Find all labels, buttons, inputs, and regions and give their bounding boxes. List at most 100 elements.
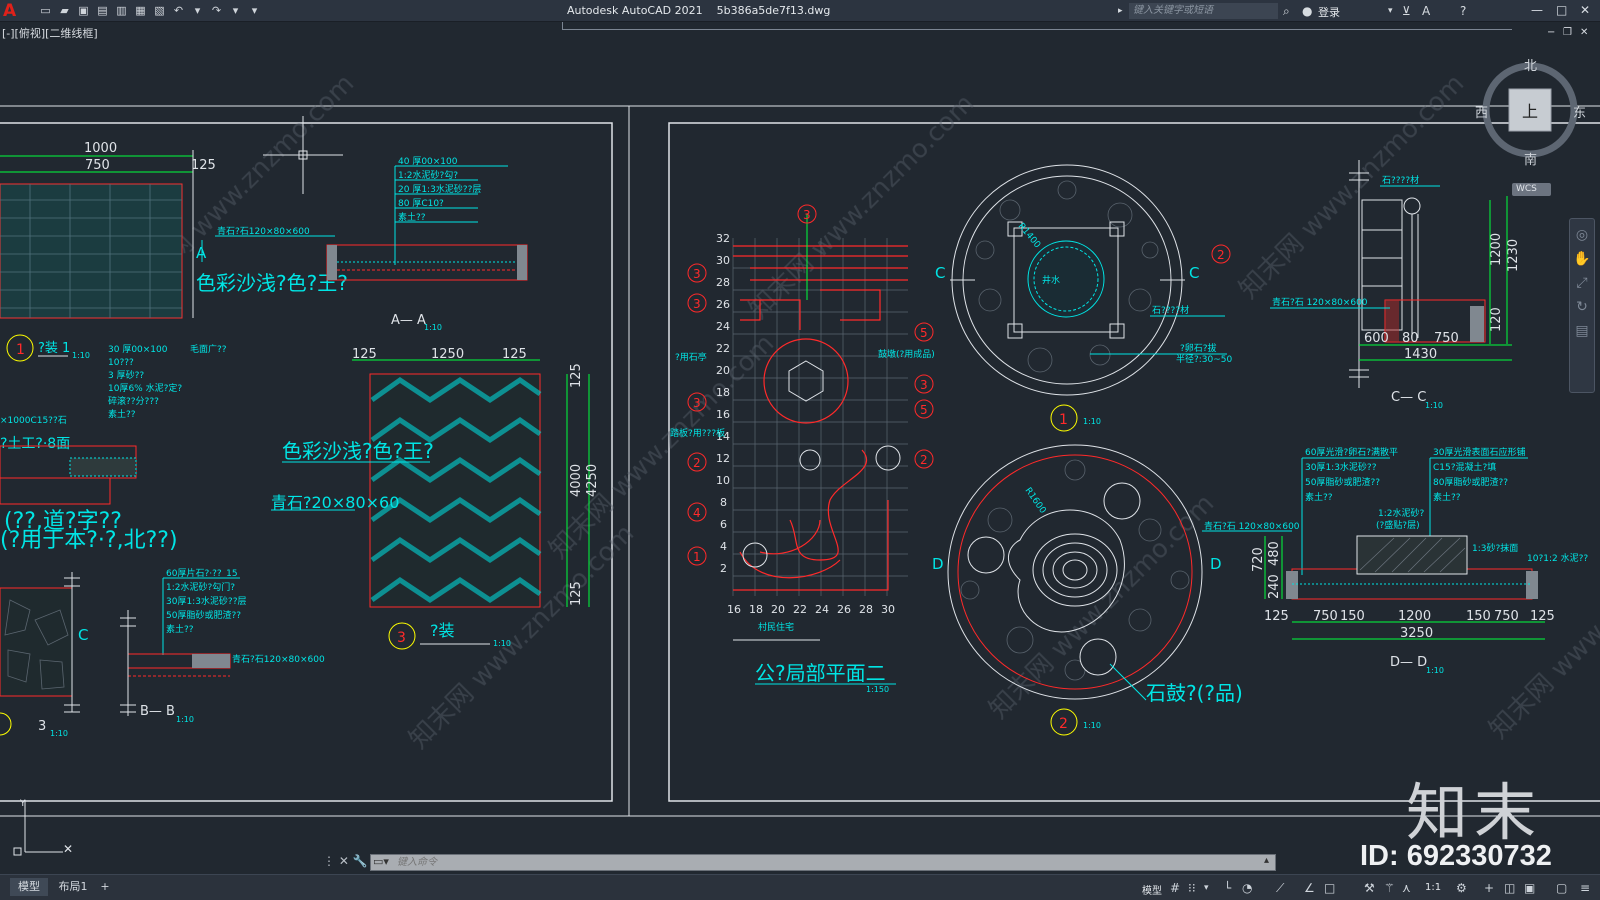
tab-layout1[interactable]: 布局1	[52, 878, 94, 896]
autocad-logo-icon[interactable]: A	[3, 1, 16, 21]
detail1-scale: 1:10	[72, 351, 90, 360]
polar-icon[interactable]: ◔	[1242, 880, 1252, 896]
wcs-menu[interactable]: WCS	[1512, 183, 1551, 196]
login-button[interactable]: 登录	[1318, 4, 1340, 20]
annotation-monitor-icon[interactable]: +	[1484, 880, 1494, 896]
annotation-scale-value[interactable]: 1:1	[1425, 882, 1441, 893]
circle1-note: ?卵石?拔	[1180, 342, 1217, 354]
left-note: ?土工?·8面	[0, 436, 70, 452]
undo-dropdown-icon[interactable]: ▾	[190, 4, 205, 18]
command-input[interactable]	[397, 855, 1257, 870]
user-icon[interactable]: ●	[1302, 3, 1312, 19]
customize-toolbar-icon[interactable]: ▾	[247, 4, 262, 18]
plan-ytick: 28	[716, 276, 730, 289]
search-input[interactable]: 键入关键字或短语	[1129, 3, 1278, 19]
command-expand-icon[interactable]: ▴	[1264, 855, 1269, 866]
auto-scale-icon[interactable]: ⚚	[1384, 880, 1395, 896]
viewcube-north[interactable]: 北	[1524, 55, 1537, 74]
dim-125: 125	[502, 347, 527, 362]
customize-command-icon[interactable]: 🔧	[353, 854, 368, 868]
zoom-extents-icon[interactable]: ⤢	[1570, 275, 1594, 291]
pan-icon[interactable]: ✋	[1570, 251, 1594, 267]
circle1-center: 井水	[1042, 274, 1060, 286]
login-dropdown-icon[interactable]: ▾	[1388, 3, 1393, 19]
search-icon[interactable]: ⌕	[1283, 3, 1290, 19]
units-icon[interactable]: ◫	[1504, 880, 1515, 896]
watermark-logo: 知末	[1406, 776, 1543, 849]
viewcube-south[interactable]: 南	[1524, 149, 1537, 168]
dim-4000: 4000	[569, 464, 584, 497]
close-icon[interactable]: ✕	[1580, 3, 1590, 17]
save-as-icon[interactable]: ▤	[95, 4, 110, 18]
autodesk-app-icon[interactable]: A	[1422, 3, 1430, 19]
command-line: ▭▾ ▴	[370, 854, 1276, 871]
annotation-scale-icon[interactable]: ⋏	[1402, 880, 1411, 896]
status-bar: 模型 布局1 + 模型 # ⁝⁝ ▾ └ ◔ ⟋ ∠ □ ⚒ ⚚ ⋏ 1:1 ⚙…	[0, 874, 1600, 900]
plan-ytick: 2	[720, 562, 727, 575]
search-arrow-icon[interactable]: ▸	[1118, 3, 1123, 19]
stone-text: 青石?20×80×60	[271, 493, 399, 512]
plan-note: 鼓墩(?用成品)	[878, 348, 935, 360]
title-bar: A ▭ ▰ ▣ ▤ ▥ ▦ ▧ ↶ ▾ ↷ ▾ ▾ Autodesk AutoC…	[0, 0, 1600, 22]
viewcube-top-face[interactable]: 上	[1522, 98, 1538, 122]
ortho-icon[interactable]: └	[1224, 880, 1231, 896]
showmotion-icon[interactable]: ▤	[1570, 323, 1594, 339]
viewcube[interactable]: 北 南 西 东 上	[1472, 52, 1592, 172]
model-space-toggle[interactable]: 模型	[1142, 882, 1162, 897]
maximize-icon[interactable]: □	[1556, 3, 1567, 17]
svg-text:3: 3	[693, 297, 701, 311]
svg-text:5: 5	[920, 326, 928, 340]
cc-note: 青石?石 120×80×600	[1272, 296, 1368, 308]
circle1-note: 石????材	[1152, 304, 1189, 316]
object-snap-tracking-icon[interactable]: ∠	[1304, 880, 1315, 896]
drawing-canvas[interactable]: 知末网 www.znzmo.com 知末网 www.znzmo.com 知末网 …	[0, 22, 1600, 874]
undo-icon[interactable]: ↶	[171, 4, 186, 18]
workspace-gear-icon[interactable]: ⚙	[1456, 880, 1467, 896]
right-panel-drawings: 32 30 28 26 24 22 20 18 16 14 12 10 8 6 …	[670, 160, 1588, 736]
command-line-controls: ⋮ ✕ 🔧	[323, 854, 368, 868]
snap-icon[interactable]: ⁝⁝	[1188, 880, 1196, 896]
open-from-web-icon[interactable]: ▥	[114, 4, 129, 18]
save-to-web-icon[interactable]: ▦	[133, 4, 148, 18]
open-file-icon[interactable]: ▰	[57, 4, 72, 18]
help-icon[interactable]: ?	[1460, 3, 1466, 19]
cc-note: 石????材	[1382, 174, 1419, 186]
add-layout-tab[interactable]: +	[98, 878, 112, 896]
num3-left-scale: 1:10	[50, 729, 68, 738]
clean-screen-icon[interactable]: ▢	[1556, 880, 1567, 896]
snap-dropdown-icon[interactable]: ▾	[1204, 880, 1209, 896]
dd-layer: 60厚光滑?卵石?满散平	[1305, 446, 1398, 458]
layer-mid: 30 厚00×100	[108, 344, 168, 355]
viewcube-west[interactable]: 西	[1475, 102, 1488, 121]
circle1-mark: C	[935, 264, 945, 282]
close-command-icon[interactable]: ✕	[339, 854, 349, 868]
plot-icon[interactable]: ▧	[152, 4, 167, 18]
redo-dropdown-icon[interactable]: ▾	[228, 4, 243, 18]
cc-h: 120	[1489, 307, 1504, 332]
tab-model[interactable]: 模型	[10, 878, 48, 896]
isodraft-icon[interactable]: ⟋	[1276, 880, 1284, 896]
circle2-mark: D	[1210, 555, 1222, 573]
minimize-icon[interactable]: —	[1531, 3, 1543, 17]
grid-icon[interactable]: #	[1170, 880, 1180, 896]
cart-icon[interactable]: ⊻	[1402, 3, 1411, 19]
annotation-visibility-icon[interactable]: ⚒	[1364, 880, 1375, 896]
plan-xtick: 24	[815, 603, 829, 616]
app-title: Autodesk AutoCAD 2021	[567, 4, 703, 17]
grip-icon[interactable]: ⋮	[323, 854, 335, 868]
dim-750: 750	[85, 158, 110, 173]
left-panel-drawings: 1000 750 125 A 青石?石120×80×600 色彩沙浅?色?王? …	[0, 116, 600, 856]
plan-ytick: 20	[716, 364, 730, 377]
num3-left: 3	[38, 719, 46, 734]
dd-dim: 750	[1313, 609, 1338, 624]
object-snap-icon[interactable]: □	[1324, 880, 1335, 896]
viewcube-east[interactable]: 东	[1573, 102, 1586, 121]
steering-wheel-icon[interactable]: ◎	[1570, 227, 1594, 243]
redo-icon[interactable]: ↷	[209, 4, 224, 18]
customization-menu-icon[interactable]: ≡	[1580, 880, 1590, 896]
orbit-icon[interactable]: ↻	[1570, 299, 1594, 315]
new-file-icon[interactable]: ▭	[38, 4, 53, 18]
quick-properties-icon[interactable]: ▣	[1524, 880, 1535, 896]
save-icon[interactable]: ▣	[76, 4, 91, 18]
command-history-icon[interactable]: ▭▾	[373, 855, 393, 870]
